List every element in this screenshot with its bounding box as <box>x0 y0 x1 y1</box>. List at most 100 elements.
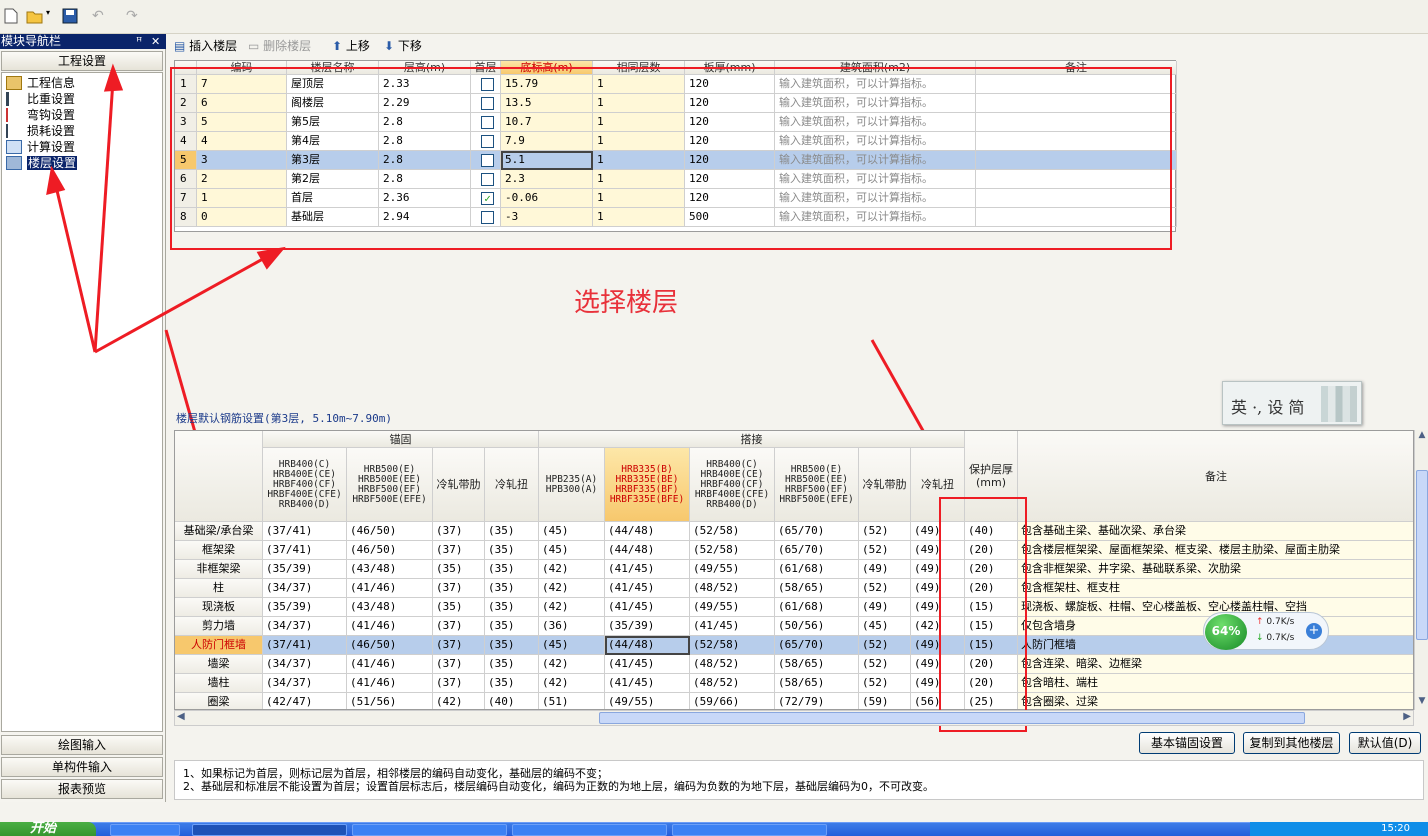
rebar-value-cell[interactable]: (41/46) <box>347 674 433 693</box>
rebar-row-name[interactable]: 剪力墙 <box>175 617 263 636</box>
scroll-up-icon[interactable]: ▲ <box>1416 430 1428 444</box>
rebar-col-header[interactable]: 冷轧扭 <box>485 448 539 522</box>
rebar-value-cell[interactable]: (42) <box>539 579 605 598</box>
vertical-scrollbar[interactable]: ▲ ▼ <box>1414 430 1428 710</box>
copy-to-other-floors-button[interactable]: 复制到其他楼层 <box>1243 732 1340 754</box>
rebar-col-header[interactable]: 冷轧带肋 <box>859 448 911 522</box>
taskbar-item[interactable] <box>672 824 827 836</box>
default-value-button[interactable]: 默认值(D) <box>1349 732 1421 754</box>
rebar-value-cell[interactable]: (59/66) <box>690 693 775 709</box>
rebar-value-cell[interactable]: (41/46) <box>347 617 433 636</box>
rebar-value-cell[interactable]: (35/39) <box>263 598 347 617</box>
plus-icon[interactable]: + <box>1306 623 1322 639</box>
rebar-value-cell[interactable]: (48/52) <box>690 579 775 598</box>
rebar-col-header[interactable]: 备注 <box>1018 431 1413 522</box>
network-speed-widget[interactable]: 64% ↑ 0.7K/s ↓ 0.7K/s + <box>1203 612 1329 650</box>
rebar-row-name[interactable]: 柱 <box>175 579 263 598</box>
rebar-value-cell[interactable]: (37/41) <box>263 522 347 541</box>
scroll-hthumb[interactable] <box>599 712 1305 724</box>
rebar-value-cell[interactable]: (52) <box>859 541 911 560</box>
rebar-note-cell[interactable]: 包含框架柱、框支柱 <box>1018 579 1413 598</box>
rebar-row-name[interactable]: 现浇板 <box>175 598 263 617</box>
rebar-value-cell[interactable]: (34/37) <box>263 674 347 693</box>
rebar-note-cell[interactable]: 包含连梁、暗梁、边框梁 <box>1018 655 1413 674</box>
rebar-value-cell[interactable]: (34/37) <box>263 655 347 674</box>
rebar-value-cell[interactable]: (49/55) <box>690 598 775 617</box>
rebar-value-cell[interactable]: (65/70) <box>775 522 859 541</box>
rebar-value-cell[interactable]: (41/46) <box>347 655 433 674</box>
rebar-row-name[interactable]: 墙柱 <box>175 674 263 693</box>
basic-anchor-settings-button[interactable]: 基本锚固设置 <box>1139 732 1235 754</box>
rebar-value-cell[interactable]: (58/65) <box>775 674 859 693</box>
rebar-value-cell[interactable]: (35) <box>485 522 539 541</box>
rebar-col-header[interactable]: HRB500(E) HRB500E(EE) HRBF500(EF) HRBF50… <box>347 448 433 522</box>
rebar-col-header[interactable]: 冷轧带肋 <box>433 448 485 522</box>
rebar-value-cell[interactable]: (48/52) <box>690 655 775 674</box>
rebar-value-cell[interactable]: (42) <box>539 655 605 674</box>
rebar-col-header[interactable]: HRB335(B) HRB335E(BE) HRBF335(BF) HRBF33… <box>605 448 690 522</box>
scroll-right-icon[interactable]: ▶ <box>1403 711 1411 722</box>
rebar-value-cell[interactable]: (43/48) <box>347 598 433 617</box>
rebar-value-cell[interactable]: (46/50) <box>347 636 433 655</box>
rebar-value-cell[interactable]: (42) <box>539 598 605 617</box>
rebar-note-cell[interactable]: 包含楼层框架梁、屋面框架梁、框支梁、楼层主肋梁、屋面主肋梁 <box>1018 541 1413 560</box>
rebar-value-cell[interactable]: (48/52) <box>690 674 775 693</box>
scroll-left-icon[interactable]: ◀ <box>177 711 185 722</box>
taskbar-item[interactable] <box>192 824 347 836</box>
rebar-value-cell[interactable]: (61/68) <box>775 598 859 617</box>
rebar-value-cell[interactable]: (50/56) <box>775 617 859 636</box>
rebar-value-cell[interactable]: (43/48) <box>347 560 433 579</box>
rebar-value-cell[interactable]: (42/47) <box>263 693 347 709</box>
rebar-value-cell[interactable]: (35/39) <box>605 617 690 636</box>
rebar-value-cell[interactable]: (52) <box>859 579 911 598</box>
rebar-value-cell[interactable]: (41/45) <box>690 617 775 636</box>
rebar-value-cell[interactable]: (34/37) <box>263 617 347 636</box>
rebar-value-cell[interactable]: (41/45) <box>605 598 690 617</box>
rebar-value-cell[interactable]: (45) <box>539 636 605 655</box>
rebar-value-cell[interactable]: (42) <box>539 674 605 693</box>
rebar-value-cell[interactable]: (40) <box>485 693 539 709</box>
clock[interactable]: 15:20 <box>1381 822 1410 835</box>
rebar-value-cell[interactable]: (35) <box>485 598 539 617</box>
rebar-value-cell[interactable]: (37) <box>433 522 485 541</box>
rebar-row-name[interactable]: 圈梁 <box>175 693 263 709</box>
rebar-value-cell[interactable]: (37) <box>433 579 485 598</box>
rebar-value-cell[interactable]: (35) <box>485 617 539 636</box>
rebar-value-cell[interactable]: (42) <box>433 693 485 709</box>
rebar-value-cell[interactable]: (37) <box>433 674 485 693</box>
rebar-row-name[interactable]: 墙梁 <box>175 655 263 674</box>
rebar-value-cell[interactable]: (52) <box>859 636 911 655</box>
rebar-value-cell[interactable]: (35) <box>433 598 485 617</box>
rebar-col-header[interactable]: HPB235(A) HPB300(A) <box>539 448 605 522</box>
rebar-value-cell[interactable]: (35) <box>485 655 539 674</box>
taskbar-item[interactable] <box>110 824 180 836</box>
rebar-value-cell[interactable]: (44/48) <box>605 541 690 560</box>
rebar-value-cell[interactable]: (49/55) <box>690 560 775 579</box>
rebar-value-cell[interactable]: (35) <box>433 560 485 579</box>
rebar-value-cell[interactable]: (52/58) <box>690 522 775 541</box>
horizontal-scrollbar[interactable]: ◀ ▶ <box>174 710 1414 726</box>
rebar-value-cell[interactable]: (65/70) <box>775 636 859 655</box>
rebar-value-cell[interactable]: (61/68) <box>775 560 859 579</box>
rebar-value-cell[interactable]: (34/37) <box>263 579 347 598</box>
rebar-value-cell[interactable]: (42) <box>539 560 605 579</box>
rebar-value-cell[interactable]: (52) <box>859 674 911 693</box>
rebar-value-cell[interactable]: (37) <box>433 655 485 674</box>
rebar-value-cell[interactable]: (44/48) <box>605 522 690 541</box>
rebar-value-cell[interactable]: (37/41) <box>263 636 347 655</box>
rebar-note-cell[interactable]: 包含圈梁、过梁 <box>1018 693 1413 709</box>
start-button[interactable]: 开始 <box>0 822 96 836</box>
rebar-value-cell[interactable]: (37) <box>433 636 485 655</box>
rebar-value-cell[interactable]: (35) <box>485 560 539 579</box>
rebar-value-cell[interactable]: (51/56) <box>347 693 433 709</box>
rebar-row-name[interactable]: 框架梁 <box>175 541 263 560</box>
rebar-value-cell[interactable]: (59) <box>859 693 911 709</box>
rebar-value-cell[interactable]: (52/58) <box>690 636 775 655</box>
rebar-value-cell[interactable]: (52) <box>859 522 911 541</box>
rebar-value-cell[interactable]: (46/50) <box>347 541 433 560</box>
rebar-value-cell[interactable]: (58/65) <box>775 655 859 674</box>
rebar-value-cell[interactable]: (49) <box>859 598 911 617</box>
rebar-col-header[interactable]: HRB400(C) HRB400E(CE) HRBF400(CF) HRBF40… <box>690 448 775 522</box>
rebar-value-cell[interactable]: (41/45) <box>605 655 690 674</box>
rebar-value-cell[interactable]: (41/45) <box>605 579 690 598</box>
